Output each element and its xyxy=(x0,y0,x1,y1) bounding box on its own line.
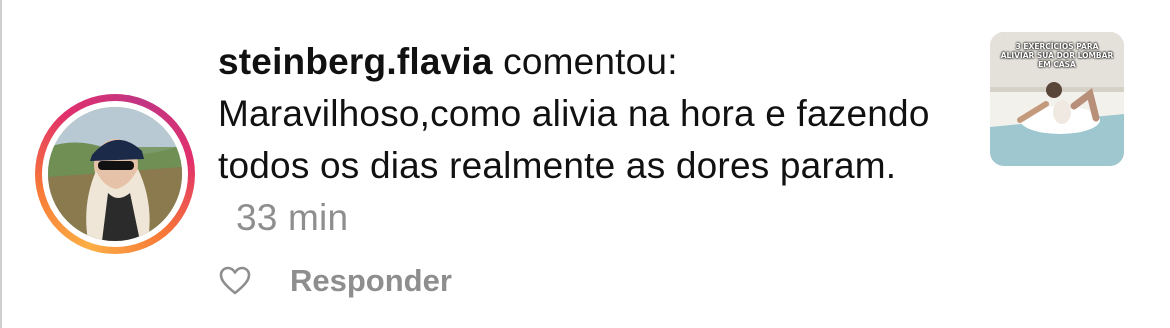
comment-body: steinberg.flavia comentou: Maravilhoso,c… xyxy=(218,36,958,244)
heart-outline-icon[interactable] xyxy=(218,264,252,298)
avatar[interactable] xyxy=(48,107,182,241)
comment-username[interactable]: steinberg.flavia xyxy=(218,41,493,82)
reply-button[interactable]: Responder xyxy=(290,263,452,299)
comment-text: Maravilhoso,como alivia na hora e fazend… xyxy=(218,93,930,186)
comment-timestamp: 33 min xyxy=(236,197,349,238)
comment-action: comentou: xyxy=(503,41,678,82)
thumbnail-caption: 3 EXERCÍCIOS PARA ALIVIAR SUA DOR LOMBAR… xyxy=(1000,42,1114,69)
post-thumbnail[interactable]: 3 EXERCÍCIOS PARA ALIVIAR SUA DOR LOMBAR… xyxy=(990,32,1124,166)
comment-actions: Responder xyxy=(218,258,452,304)
story-ring[interactable] xyxy=(35,94,195,254)
left-border xyxy=(0,0,2,328)
